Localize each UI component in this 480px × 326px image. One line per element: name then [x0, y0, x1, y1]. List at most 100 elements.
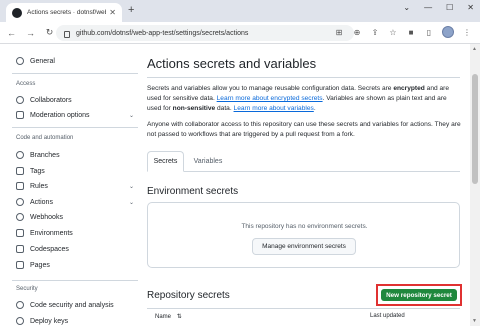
sidebar-heading-security: Security: [16, 286, 38, 292]
page-content: General Access Collaborators Moderation …: [0, 44, 470, 326]
sidebar-item-label: General: [30, 57, 55, 65]
back-icon[interactable]: ←: [4, 28, 19, 38]
desc-text: .: [313, 105, 316, 112]
tab-secrets[interactable]: Secrets: [147, 151, 184, 172]
repository-secrets-heading: Repository secrets: [147, 290, 230, 301]
shield-icon: [16, 301, 24, 309]
key-icon: [16, 317, 24, 325]
tag-icon: [16, 167, 24, 175]
repository-divider: [147, 308, 460, 309]
sidebar-item-label: Branches: [30, 151, 60, 159]
browser-toolbar: ← → ↻ github.com/dotnsf/web-app-test/set…: [0, 22, 480, 44]
sidebar-item-label: Tags: [30, 167, 45, 175]
scroll-thumb[interactable]: [472, 74, 478, 184]
sidebar-item-tags[interactable]: Tags: [16, 165, 138, 177]
collaborator-note: Anyone with collaborator access to this …: [147, 121, 461, 138]
sidebar-item-label: Actions: [30, 198, 53, 206]
sidebar-item-actions[interactable]: Actions ⌄: [16, 196, 138, 208]
highlight-box: New repository secret: [376, 284, 462, 306]
sidebar-item-label: Collaborators: [30, 96, 72, 104]
sidebar-item-codespaces[interactable]: Codespaces: [16, 243, 138, 255]
profile-avatar[interactable]: [442, 26, 454, 38]
address-bar[interactable]: github.com/dotnsf/web-app-test/settings/…: [56, 25, 354, 41]
extensions-icon[interactable]: ■: [406, 28, 416, 37]
translate-icon[interactable]: ⊞: [334, 28, 344, 37]
sidebar-item-label: Moderation options: [30, 111, 90, 119]
tab-search-icon[interactable]: ⌄: [403, 3, 410, 12]
minimize-icon[interactable]: —: [424, 3, 432, 12]
new-tab-button[interactable]: +: [128, 4, 134, 16]
page-scrollbar[interactable]: ▲ ▼: [470, 44, 480, 326]
column-header-label: Name: [155, 314, 172, 320]
comment-icon: [16, 111, 24, 119]
bookmark-star-icon[interactable]: ☆: [388, 28, 398, 37]
browser-tab-strip: Actions secrets · dotnsf/web-ap ✕ + ⌄ — …: [0, 0, 480, 22]
manage-environment-secrets-button[interactable]: Manage environment secrets: [252, 238, 356, 255]
variables-link[interactable]: Learn more about variables: [234, 105, 314, 112]
column-header-last-updated: Last updated: [370, 313, 405, 319]
browser-tab-title: Actions secrets · dotnsf/web-ap: [27, 9, 106, 16]
sidebar-divider: [12, 127, 138, 128]
sidebar-item-label: Webhooks: [30, 213, 63, 221]
github-favicon-icon: [12, 7, 22, 18]
zoom-icon[interactable]: ⊕: [352, 28, 362, 37]
sidebar-item-branches[interactable]: Branches: [16, 149, 138, 161]
title-divider: [147, 77, 460, 78]
description-paragraph: Secrets and variables allow you to manag…: [147, 84, 461, 114]
desc-bold-non-sensitive: non-sensitive: [172, 105, 216, 112]
rules-icon: [16, 182, 24, 190]
reload-icon[interactable]: ↻: [42, 27, 57, 38]
encrypted-secrets-link[interactable]: Learn more about encrypted secrets: [217, 95, 323, 102]
tab-close-icon[interactable]: ✕: [109, 8, 116, 17]
sidebar-item-general[interactable]: General: [16, 55, 138, 67]
sidebar-item-environments[interactable]: Environments: [16, 227, 138, 239]
column-header-name[interactable]: Name ⇅: [155, 313, 182, 320]
menu-kebab-icon[interactable]: ⋮: [462, 28, 472, 37]
chevron-down-icon: ⌄: [128, 112, 134, 119]
new-repository-secret-button[interactable]: New repository secret: [381, 289, 457, 301]
webhook-icon: [16, 213, 24, 221]
settings-sidebar: General Access Collaborators Moderation …: [0, 44, 142, 326]
desc-text: Secrets and variables allow you to manag…: [147, 85, 394, 92]
sidebar-item-code-security[interactable]: Code security and analysis: [16, 299, 138, 311]
maximize-icon[interactable]: ☐: [446, 3, 453, 12]
sidepanel-icon[interactable]: ▯: [424, 28, 434, 37]
page-title: Actions secrets and variables: [147, 56, 317, 71]
desc-text: data.: [215, 105, 234, 112]
server-icon: [16, 229, 24, 237]
play-icon: [16, 198, 24, 206]
forward-icon[interactable]: →: [23, 28, 38, 38]
browser-tab[interactable]: Actions secrets · dotnsf/web-ap ✕: [6, 3, 122, 22]
sidebar-heading-code: Code and automation: [16, 135, 74, 141]
sidebar-heading-access: Access: [16, 81, 36, 87]
sidebar-item-label: Environments: [30, 229, 73, 237]
sidebar-item-rules[interactable]: Rules ⌄: [16, 180, 138, 192]
sidebar-item-moderation[interactable]: Moderation options ⌄: [16, 109, 138, 121]
sidebar-item-label: Rules: [30, 182, 48, 190]
scroll-up-icon[interactable]: ▲: [472, 46, 477, 52]
scroll-down-icon[interactable]: ▼: [472, 318, 477, 324]
sidebar-item-deploy-keys[interactable]: Deploy keys: [16, 315, 138, 326]
sidebar-item-label: Deploy keys: [30, 317, 69, 325]
window-controls: ⌄ — ☐ ✕: [403, 3, 474, 12]
chevron-down-icon: ⌄: [128, 199, 134, 206]
toolbar-icons: ⊞ ⊕ ⇪ ☆ ■ ▯ ⋮: [334, 26, 472, 38]
share-icon[interactable]: ⇪: [370, 28, 380, 37]
sidebar-item-label: Code security and analysis: [30, 301, 114, 309]
tab-bar: Secrets Variables: [147, 151, 460, 172]
gear-icon: [16, 57, 24, 65]
browser-icon: [16, 261, 24, 269]
close-window-icon[interactable]: ✕: [467, 3, 474, 12]
chevron-down-icon: ⌄: [128, 183, 134, 190]
environment-secrets-box: This repository has no environment secre…: [147, 202, 460, 268]
sidebar-item-pages[interactable]: Pages: [16, 259, 138, 271]
desc-bold-encrypted: encrypted: [393, 85, 425, 92]
sort-icon[interactable]: ⇅: [177, 314, 182, 320]
codespaces-icon: [16, 245, 24, 253]
people-icon: [16, 96, 24, 104]
sidebar-item-label: Pages: [30, 261, 50, 269]
tab-variables[interactable]: Variables: [193, 151, 223, 172]
sidebar-item-webhooks[interactable]: Webhooks: [16, 211, 138, 223]
branch-icon: [16, 151, 24, 159]
sidebar-item-collaborators[interactable]: Collaborators: [16, 94, 138, 106]
